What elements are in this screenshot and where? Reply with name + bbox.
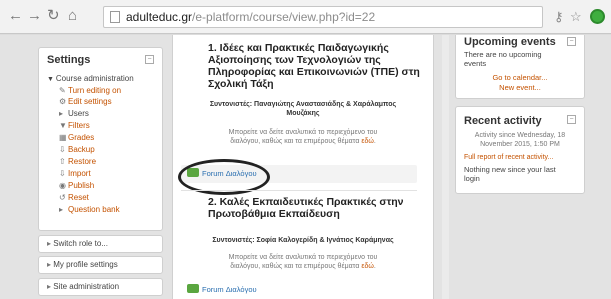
full-report-link[interactable]: Full report of recent activity... [464,153,553,162]
home-icon[interactable]: ⌂ [68,8,77,24]
collapse-icon[interactable]: − [567,37,576,46]
nothing-new-text: Nothing new since your last login [464,165,556,183]
reset-link[interactable]: ↺ Reset [59,193,89,203]
grades-icon: ▦ [59,133,67,142]
site-admin-node[interactable]: ▸ Site administration [38,278,163,296]
section-2-title: 2. Καλές Εκπαιδευτικές Πρακτικές στην Πρ… [208,196,404,220]
settings-block: Settings − ▼ Course administration ✎ Turn… [38,47,163,231]
forward-icon[interactable]: → [27,8,42,24]
gear-icon: ⚙ [59,97,67,106]
reload-icon[interactable]: ↻ [47,8,60,24]
section-divider [181,190,417,191]
backup-link[interactable]: ⇩ Backup [59,145,95,155]
page-body: Settings − ▼ Course administration ✎ Turn… [0,35,611,299]
page-icon [110,11,120,23]
edit-settings-link[interactable]: ⚙ Edit settings [59,97,112,107]
back-icon[interactable]: ← [8,8,23,24]
import-link[interactable]: ⇩ Import [59,169,91,179]
restore-icon: ⇧ [59,157,66,166]
upcoming-events-block: Upcoming events − There are no upcoming … [455,35,585,99]
filters-link[interactable]: ▼Filters [59,121,90,131]
grades-link[interactable]: ▦Grades [59,133,94,143]
section-1-notice: Μπορείτε να δείτε αναλυτικά το περιεχόμε… [228,129,378,145]
settings-title: Settings [47,54,91,66]
triangle-right-icon: ▸ [59,109,64,118]
course-admin-node[interactable]: ▼ Course administration [47,74,134,83]
star-icon[interactable]: ☆ [570,10,582,24]
no-events-text: There are no upcoming events [464,50,542,68]
restore-link[interactable]: ⇧ Restore [59,157,96,167]
activity-since-text: Activity since Wednesday, 18 November 20… [474,132,566,148]
section-1-here-link[interactable]: εδώ [361,138,373,145]
backup-icon: ⇩ [59,145,66,154]
collapse-icon[interactable]: − [567,115,576,124]
extension-icon[interactable] [590,9,605,24]
section-1-coordinators: Συντονιστές: Παναγιώτης Αναστασιάδης & Χ… [209,101,397,117]
key-icon[interactable]: ⚷ [554,10,564,24]
pencil-icon: ✎ [59,86,66,95]
goto-calendar-link[interactable]: Go to calendar... [456,73,584,82]
collapse-icon[interactable]: − [145,55,154,64]
browser-toolbar: ← → ↻ ⌂ adulteduc.gr/e-platform/course/v… [0,0,611,34]
scrollbar[interactable] [442,35,449,299]
reset-icon: ↺ [59,193,66,202]
upcoming-title: Upcoming events [464,36,556,48]
section-2-here-link[interactable]: εδώ [361,263,373,270]
triangle-right-icon: ▸ [59,205,64,214]
publish-link[interactable]: ◉ Publish [59,181,94,191]
turn-editing-link[interactable]: ✎ Turn editing on [59,86,121,96]
filter-icon: ▼ [59,121,67,130]
question-bank-node[interactable]: ▸ Question bank [59,205,120,215]
switch-role-node[interactable]: ▸ Switch role to... [38,235,163,253]
section-2-notice: Μπορείτε να δείτε αναλυτικά το περιεχόμε… [228,254,378,270]
new-event-link[interactable]: New event... [456,83,584,92]
import-icon: ⇩ [59,169,66,178]
address-bar[interactable]: adulteduc.gr/e-platform/course/view.php?… [103,6,543,28]
recent-activity-block: Recent activity − Activity since Wednesd… [455,106,585,194]
section-2-forum-link[interactable]: Forum Διαλόγου [187,284,257,296]
section-1-title: 1. Ιδέες και Πρακτικές Παιδαγωγικής Αξιο… [208,42,420,90]
publish-icon: ◉ [59,181,66,190]
url-path: /e-platform/course/view.php?id=22 [192,10,376,24]
profile-settings-node[interactable]: ▸ My profile settings [38,256,163,274]
forum-icon [187,284,199,293]
url-host: adulteduc.gr [126,10,193,24]
section-2-coordinators: Συντονιστές: Σοφία Καλογερίδη & Ιγνάτιος… [212,237,394,244]
recent-title: Recent activity [464,115,542,127]
users-node[interactable]: ▸ Users [59,109,89,119]
